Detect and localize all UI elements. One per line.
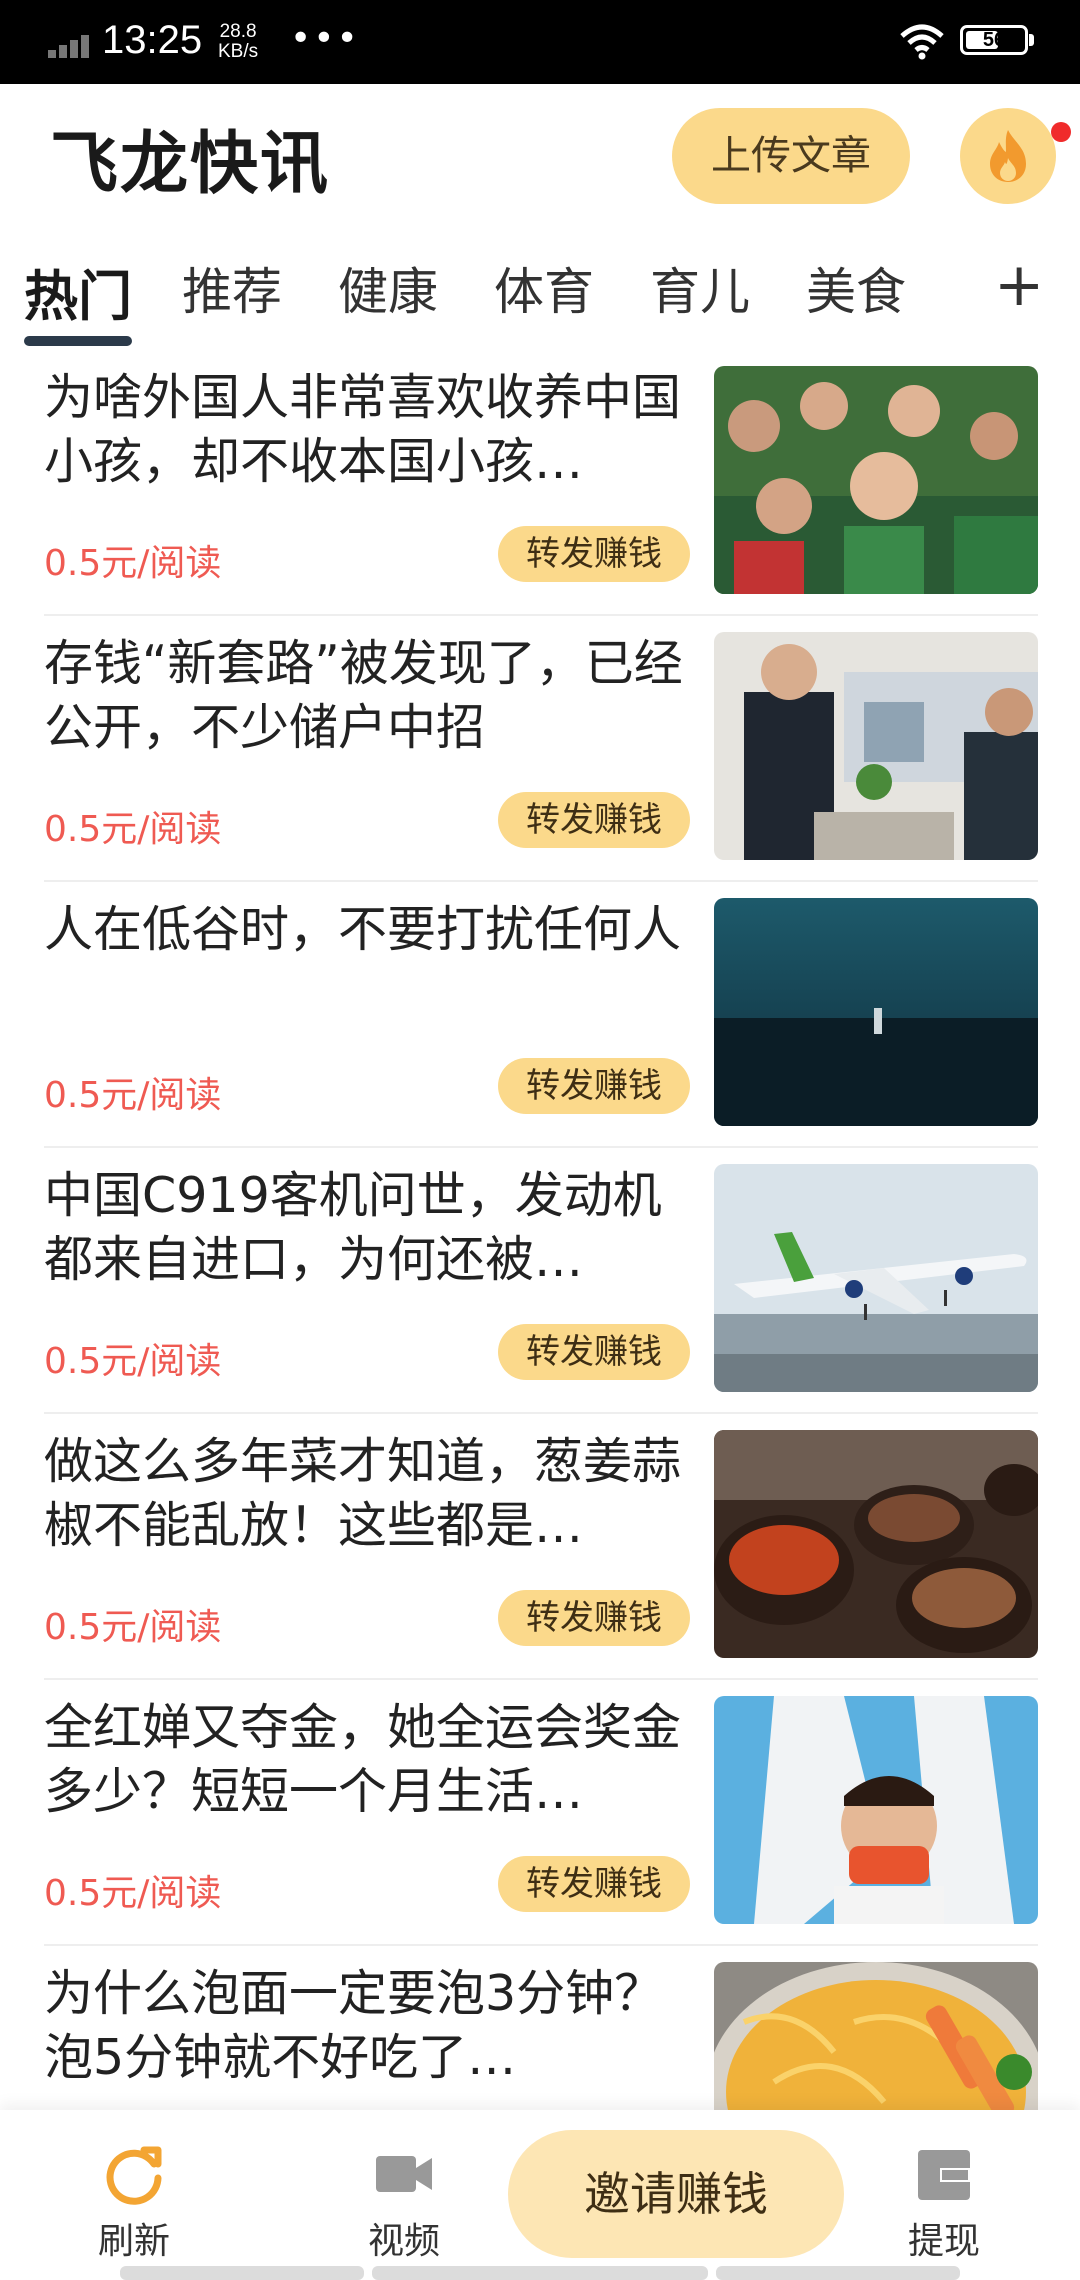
share-earn-button[interactable]: 转发赚钱: [498, 1590, 690, 1646]
gesture-bar: [716, 2266, 960, 2280]
signal-icon: [48, 30, 98, 58]
article-thumbnail[interactable]: [714, 898, 1038, 1126]
article-price: 0.5元/阅读: [44, 1341, 222, 1382]
category-tabs: 热门 推荐 健康 体育 育儿 美食: [0, 252, 1080, 352]
article-title[interactable]: 中国C919客机问世，发动机都来自进口，为何还被…: [44, 1164, 694, 1292]
notification-dot: [1051, 122, 1071, 142]
nav-video-label: 视频: [367, 2221, 440, 2262]
network-speed: 28.8 KB/s: [218, 22, 258, 62]
article-title[interactable]: 做这么多年菜才知道，葱姜蒜椒不能乱放！这些都是…: [44, 1430, 694, 1558]
gesture-bar: [120, 2266, 364, 2280]
article-item[interactable]: 中国C919客机问世，发动机都来自进口，为何还被… 0.5元/阅读 转发赚钱: [0, 1164, 1080, 1430]
status-bar: 13:25 28.8 KB/s ••• 56: [0, 0, 1080, 84]
share-earn-button[interactable]: 转发赚钱: [498, 1058, 690, 1114]
article-item[interactable]: 为啥外国人非常喜欢收养中国小孩，却不收本国小孩… 0.5元/阅读 转发赚钱: [0, 366, 1080, 632]
article-title[interactable]: 人在低谷时，不要打扰任何人: [44, 898, 694, 1026]
divider: [44, 1678, 1038, 1680]
article-item[interactable]: 存钱“新套路”被发现了，已经公开，不少储户中招 0.5元/阅读 转发赚钱: [0, 632, 1080, 898]
wallet-icon: [918, 2150, 970, 2200]
tab-parenting[interactable]: 育儿: [650, 252, 750, 324]
article-price: 0.5元/阅读: [44, 809, 222, 850]
tab-recommend[interactable]: 推荐: [182, 252, 282, 324]
article-title[interactable]: 为什么泡面一定要泡3分钟？泡5分钟就不好吃了…: [44, 1962, 694, 2090]
share-earn-button[interactable]: 转发赚钱: [498, 1856, 690, 1912]
article-title[interactable]: 全红婵又夺金，她全运会奖金多少？短短一个月生活…: [44, 1696, 694, 1824]
article-price: 0.5元/阅读: [44, 1075, 222, 1116]
fire-icon: [990, 130, 1026, 182]
article-item[interactable]: 人在低谷时，不要打扰任何人 0.5元/阅读 转发赚钱: [0, 898, 1080, 1164]
article-thumbnail[interactable]: [714, 1430, 1038, 1658]
tab-food[interactable]: 美食: [806, 252, 906, 324]
invite-earn-button[interactable]: 邀请赚钱: [508, 2130, 844, 2258]
nav-withdraw-label: 提现: [907, 2221, 980, 2262]
video-camera-icon: [376, 2156, 432, 2192]
status-time: 13:25: [102, 18, 203, 62]
article-item[interactable]: 全红婵又夺金，她全运会奖金多少？短短一个月生活… 0.5元/阅读 转发赚钱: [0, 1696, 1080, 1962]
article-thumbnail[interactable]: [714, 366, 1038, 594]
hot-button[interactable]: [960, 108, 1056, 204]
more-notifications-icon: •••: [290, 18, 360, 59]
battery-icon: 56: [960, 25, 1028, 55]
battery-level: 56: [982, 29, 1006, 51]
active-tab-indicator: [24, 336, 132, 346]
article-thumbnail[interactable]: [714, 1696, 1038, 1924]
article-item[interactable]: 做这么多年菜才知道，葱姜蒜椒不能乱放！这些都是… 0.5元/阅读 转发赚钱: [0, 1430, 1080, 1696]
nav-refresh-label: 刷新: [97, 2221, 170, 2262]
share-earn-button[interactable]: 转发赚钱: [498, 1324, 690, 1380]
share-earn-button[interactable]: 转发赚钱: [498, 792, 690, 848]
upload-article-button[interactable]: 上传文章: [672, 108, 910, 204]
app-title: 飞龙快讯: [50, 125, 331, 204]
article-price: 0.5元/阅读: [44, 543, 222, 584]
article-thumbnail[interactable]: [714, 632, 1038, 860]
article-title[interactable]: 为啥外国人非常喜欢收养中国小孩，却不收本国小孩…: [44, 366, 694, 494]
divider: [44, 1146, 1038, 1148]
tab-health[interactable]: 健康: [338, 252, 438, 324]
divider: [44, 1412, 1038, 1414]
article-price: 0.5元/阅读: [44, 1873, 222, 1914]
refresh-icon: [106, 2146, 162, 2205]
divider: [44, 880, 1038, 882]
tab-sports[interactable]: 体育: [494, 252, 594, 324]
article-title[interactable]: 存钱“新套路”被发现了，已经公开，不少储户中招: [44, 632, 694, 760]
network-speed-value: 28.8: [219, 21, 257, 42]
add-tab-button[interactable]: +: [994, 250, 1044, 320]
share-earn-button[interactable]: 转发赚钱: [498, 526, 690, 582]
divider: [44, 1944, 1038, 1946]
network-speed-unit: KB/s: [218, 41, 259, 62]
gesture-bar: [372, 2266, 708, 2280]
wifi-icon: [900, 24, 944, 60]
bottom-nav: 刷新 视频 邀请赚钱 提现: [0, 2110, 1080, 2280]
article-price: 0.5元/阅读: [44, 1607, 222, 1648]
tab-hot[interactable]: 热门: [24, 252, 132, 331]
article-thumbnail[interactable]: [714, 1164, 1038, 1392]
divider: [44, 614, 1038, 616]
